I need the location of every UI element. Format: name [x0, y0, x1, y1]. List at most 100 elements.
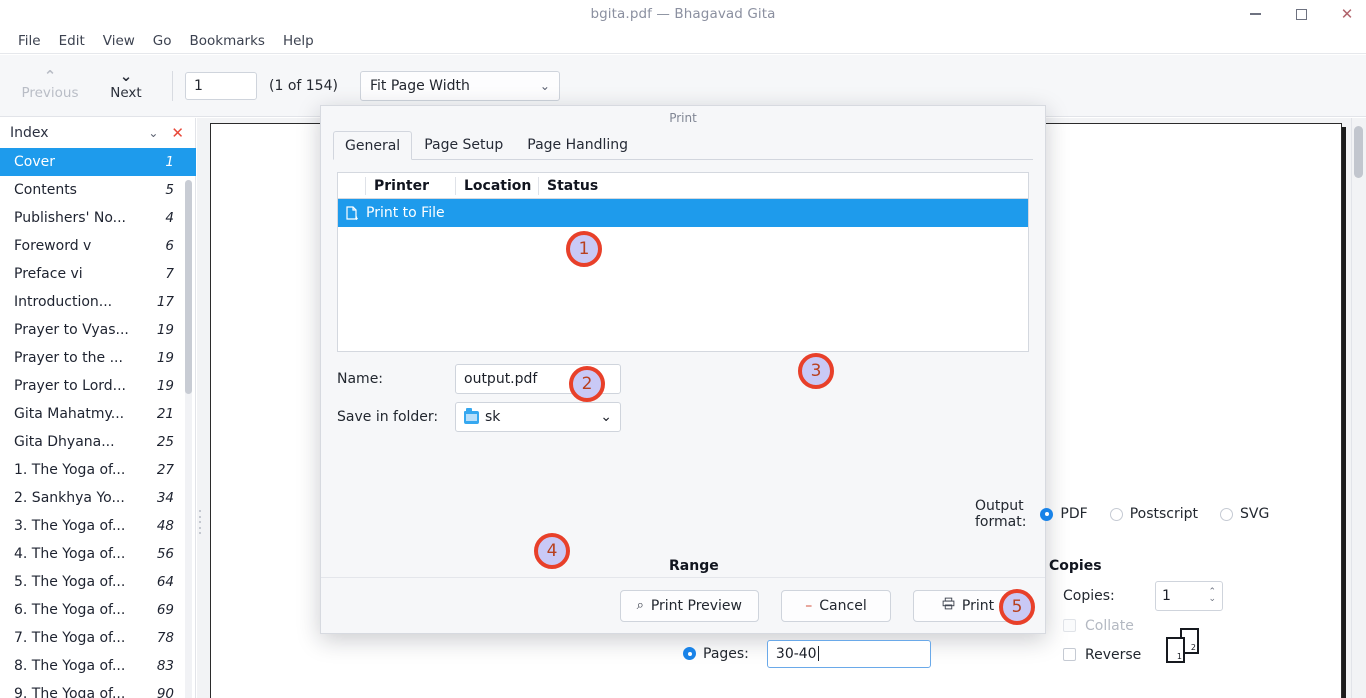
maximize-button[interactable]	[1290, 3, 1312, 25]
range-title: Range	[669, 558, 719, 574]
page-number-input[interactable]: 1	[185, 71, 257, 100]
page-count-label: (1 of 154)	[269, 77, 338, 94]
print-dialog: Print General Page Setup Page Handling P…	[320, 105, 1269, 668]
radio-icon-selected	[1040, 507, 1054, 521]
index-item[interactable]: 5. The Yoga of... 64	[0, 568, 196, 596]
annotation-badge-2: 2	[569, 366, 605, 402]
printer-col-printer[interactable]: Printer	[366, 173, 456, 199]
printer-col-status-label: Status	[547, 177, 599, 194]
radio-icon	[1109, 507, 1123, 521]
minimize-button[interactable]	[1244, 3, 1266, 25]
previous-page-button[interactable]: ⌃ Previous	[12, 59, 88, 113]
index-list[interactable]: Cover 1 Contents 5 Publishers' No... 4 Forewor…	[0, 148, 196, 698]
index-item-page: 6	[165, 238, 174, 254]
index-item-label: 6. The Yoga of...	[14, 602, 126, 618]
index-item[interactable]: 1. The Yoga of... 27	[0, 456, 196, 484]
document-scrollbar-thumb[interactable]	[1354, 126, 1363, 178]
index-item[interactable]: 2. Sankhya Yo... 34	[0, 484, 196, 512]
close-icon[interactable]: ✕	[168, 124, 187, 142]
index-item[interactable]: Publishers' No... 4	[0, 204, 196, 232]
next-page-label: Next	[110, 85, 142, 101]
document-scrollbar[interactable]	[1351, 118, 1366, 698]
application-window: bgita.pdf — Bhagavad Gita ✕ File Edit Vi…	[0, 0, 1366, 698]
chevron-down-icon[interactable]: ⌄	[138, 126, 168, 140]
tab-page-setup[interactable]: Page Setup	[412, 130, 515, 159]
printer-col-status[interactable]: Status	[539, 173, 1028, 199]
index-item-label: Cover	[14, 154, 55, 170]
index-item[interactable]: Prayer to Lord... 19	[0, 372, 196, 400]
index-item[interactable]: 6. The Yoga of... 69	[0, 596, 196, 624]
index-item-page: 90	[156, 686, 174, 698]
chevron-down-icon: ⌄	[600, 409, 612, 425]
output-format-postscript[interactable]: Postscript	[1109, 506, 1198, 522]
index-item-label: Contents	[14, 182, 77, 198]
menu-edit[interactable]: Edit	[50, 31, 94, 51]
range-pages[interactable]: Pages: 30-40	[669, 639, 969, 668]
index-item-label: Publishers' No...	[14, 210, 127, 226]
index-item[interactable]: 8. The Yoga of... 83	[0, 652, 196, 680]
index-item[interactable]: 9. The Yoga of... 90	[0, 680, 196, 698]
print-to-file-icon	[338, 206, 366, 220]
pages-range-value: 30-40	[775, 645, 817, 662]
next-page-button[interactable]: ⌄ Next	[88, 59, 164, 113]
cancel-button[interactable]: – Cancel	[781, 589, 891, 622]
printer-name: Print to File	[366, 205, 445, 221]
index-item[interactable]: Cover 1	[0, 148, 196, 176]
menu-view[interactable]: View	[94, 31, 144, 51]
folder-icon	[464, 407, 479, 424]
output-format-svg[interactable]: SVG	[1220, 506, 1269, 522]
index-item-label: Preface vi	[14, 266, 83, 282]
index-item[interactable]: Introduction... 17	[0, 288, 196, 316]
index-item[interactable]: Prayer to Vyas... 19	[0, 316, 196, 344]
printer-list[interactable]: Printer Location Status Print to File	[337, 172, 1029, 352]
printer-row-print-to-file[interactable]: Print to File	[338, 199, 1028, 227]
index-item[interactable]: 3. The Yoga of... 48	[0, 512, 196, 540]
index-item-page: 25	[156, 434, 174, 450]
menu-help[interactable]: Help	[274, 31, 323, 51]
menu-bookmarks[interactable]: Bookmarks	[181, 31, 274, 51]
copies-stepper[interactable]: 1 ⌃ ⌄	[1155, 581, 1223, 611]
index-item-label: 4. The Yoga of...	[14, 546, 126, 562]
index-item[interactable]: 7. The Yoga of... 78	[0, 624, 196, 652]
index-item[interactable]: Gita Mahatmy... 21	[0, 400, 196, 428]
menu-file[interactable]: File	[9, 31, 50, 51]
index-item[interactable]: 4. The Yoga of... 56	[0, 540, 196, 568]
index-item[interactable]: Gita Dhyana... 25	[0, 428, 196, 456]
index-item-page: 69	[156, 602, 174, 618]
index-item[interactable]: Preface vi 7	[0, 260, 196, 288]
index-item-label: 1. The Yoga of...	[14, 462, 126, 478]
print-preview-label: Print Preview	[650, 597, 742, 614]
tab-general[interactable]: General	[333, 131, 413, 160]
index-item-label: 8. The Yoga of...	[14, 658, 126, 674]
sidebar-scrollbar-thumb[interactable]	[185, 180, 192, 394]
index-item-label: Prayer to Lord...	[14, 378, 127, 394]
tab-page-handling[interactable]: Page Handling	[515, 130, 640, 159]
output-format-pdf[interactable]: PDF	[1040, 506, 1088, 522]
index-item[interactable]: Contents 5	[0, 176, 196, 204]
zoom-level-select[interactable]: Fit Page Width ⌄	[359, 70, 560, 101]
index-item-page: 83	[156, 658, 174, 674]
index-item[interactable]: Prayer to the ... 19	[0, 344, 196, 372]
stepper-arrows-icon[interactable]: ⌃ ⌄	[1208, 588, 1216, 604]
chevron-down-icon: ⌄	[119, 67, 133, 85]
toolbar-separator	[172, 70, 173, 101]
collate-preview-icon: 2 1	[1166, 628, 1210, 668]
index-item-page: 64	[156, 574, 174, 590]
printer-col-location[interactable]: Location	[456, 173, 539, 199]
name-label: Name:	[337, 371, 384, 387]
index-item[interactable]: Foreword v 6	[0, 232, 196, 260]
range-pages-label: Pages:	[703, 645, 749, 662]
print-preview-button[interactable]: ⌕ Print Preview	[619, 589, 759, 622]
window-titlebar: bgita.pdf — Bhagavad Gita ✕	[0, 0, 1366, 28]
menu-go[interactable]: Go	[144, 31, 181, 51]
collate-label: Collate	[1085, 617, 1134, 634]
index-item-label: Foreword v	[14, 238, 92, 254]
index-item-page: 7	[165, 266, 174, 282]
sidebar-splitter-handle[interactable]	[198, 508, 202, 536]
pages-range-input[interactable]: 30-40	[766, 639, 931, 668]
index-item-page: 78	[156, 630, 174, 646]
save-in-folder-select[interactable]: sk ⌄	[455, 402, 621, 432]
close-button[interactable]: ✕	[1336, 3, 1358, 25]
checkbox-icon	[1063, 619, 1076, 632]
sidebar-title: Index	[10, 125, 49, 141]
